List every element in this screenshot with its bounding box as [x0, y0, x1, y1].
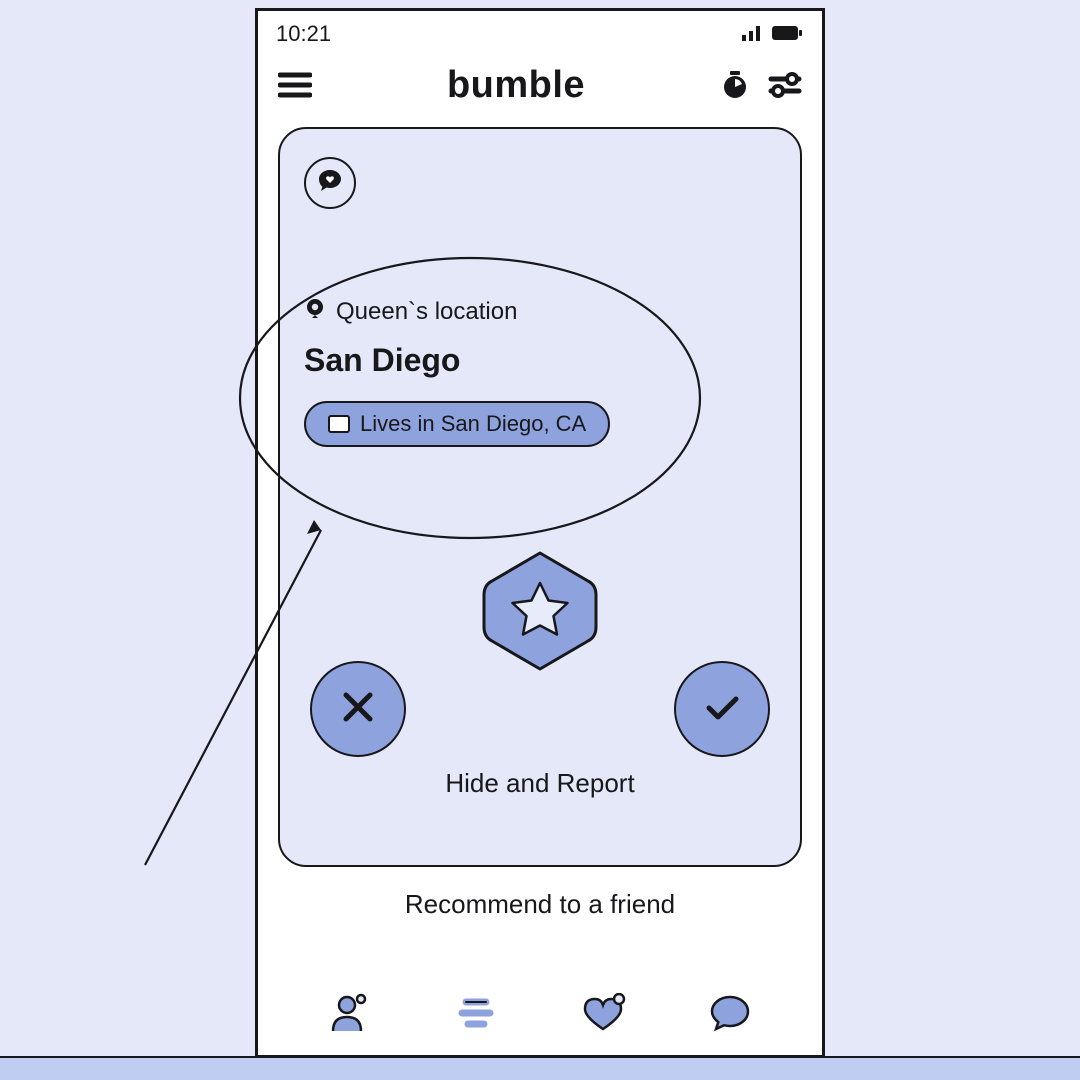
tab-profile[interactable]: [329, 993, 373, 1038]
app-header: bumble: [258, 51, 822, 117]
superswipe-button[interactable]: [476, 547, 604, 675]
opening-move-button[interactable]: [304, 157, 356, 209]
bottom-tab-bar: [258, 975, 822, 1055]
lives-in-chip[interactable]: Lives in San Diego, CA: [304, 401, 610, 447]
filter-settings-icon[interactable]: [768, 71, 802, 99]
phone-frame: 10:21 bumble: [255, 8, 825, 1058]
lives-in-chip-label: Lives in San Diego, CA: [360, 411, 586, 437]
status-time: 10:21: [276, 21, 331, 47]
app-title: bumble: [447, 64, 585, 107]
tab-chats[interactable]: [708, 993, 752, 1038]
hide-and-report-link[interactable]: Hide and Report: [304, 768, 776, 799]
battery-icon: [772, 21, 804, 47]
location-city: San Diego: [304, 342, 776, 379]
timer-icon[interactable]: [720, 70, 750, 100]
tab-likes[interactable]: [579, 993, 627, 1038]
status-bar: 10:21: [258, 11, 822, 51]
profile-card: Queen`s location San Diego Lives in San …: [278, 127, 802, 867]
x-icon: [338, 687, 378, 732]
page-footer-strip: [0, 1058, 1080, 1080]
recommend-to-friend-link[interactable]: Recommend to a friend: [258, 889, 822, 920]
tab-discover[interactable]: [454, 996, 498, 1035]
home-icon: [328, 415, 350, 433]
pass-button[interactable]: [310, 661, 406, 757]
check-icon: [700, 685, 744, 734]
action-button-row: Hide and Report: [304, 547, 776, 757]
like-button[interactable]: [674, 661, 770, 757]
hamburger-menu-button[interactable]: [278, 71, 312, 99]
cell-signal-icon: [742, 21, 764, 47]
location-pin-icon: [304, 297, 326, 326]
location-section: Queen`s location San Diego Lives in San …: [304, 297, 776, 447]
location-label: Queen`s location: [336, 298, 517, 326]
speech-heart-icon: [316, 167, 344, 200]
